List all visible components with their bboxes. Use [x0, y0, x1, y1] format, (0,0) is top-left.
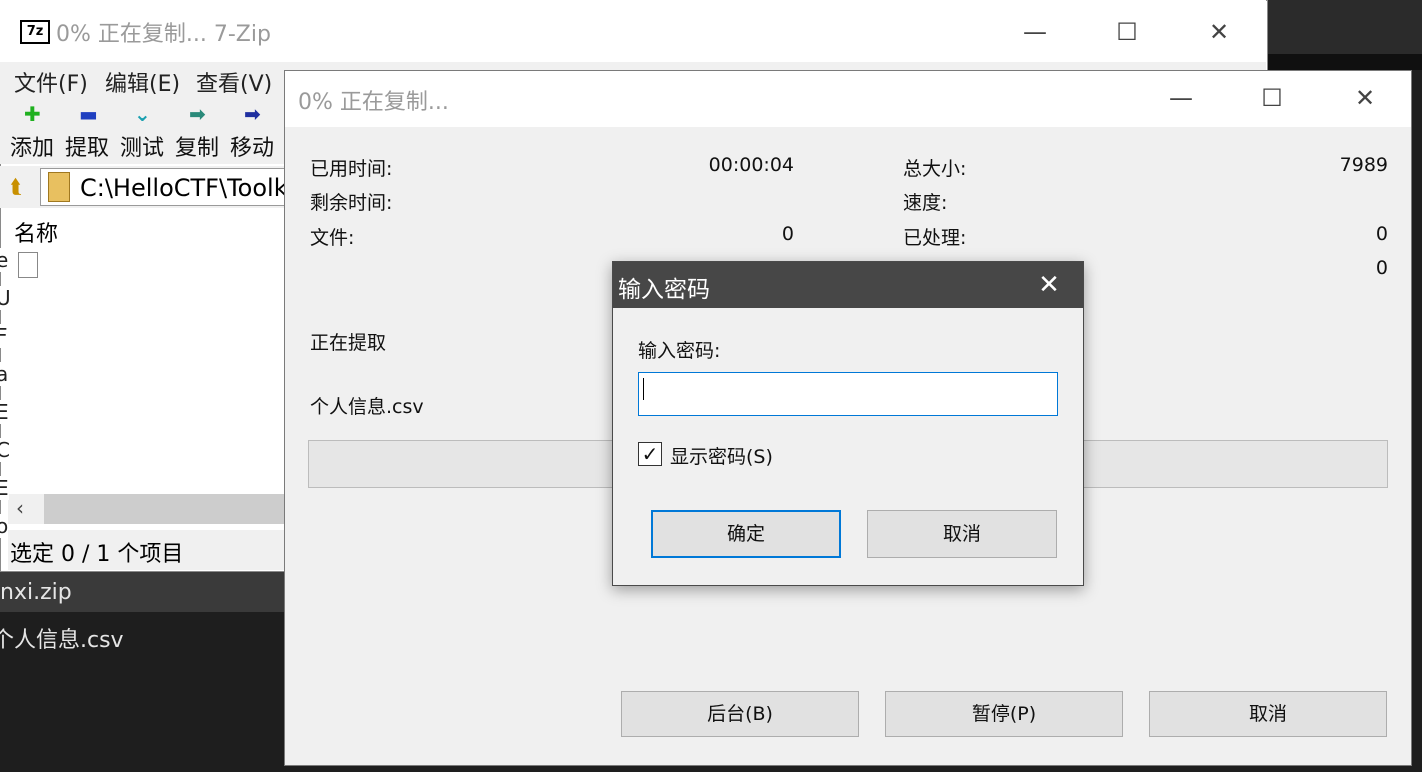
- terminal-file-zip[interactable]: nxi.zip: [0, 580, 72, 605]
- total-size-label: 总大小:: [903, 158, 967, 180]
- files-label: 文件:: [310, 227, 355, 249]
- progress-maximize-icon[interactable]: ☐: [1249, 78, 1295, 118]
- compressed-value: 0: [1375, 257, 1388, 279]
- elapsed-value: 00:00:04: [708, 154, 794, 176]
- background-list-item: a: [0, 362, 9, 386]
- background-list-item: E: [0, 400, 9, 424]
- sevenzip-logo-icon: 7z: [20, 20, 50, 44]
- files-value: 0: [781, 223, 794, 245]
- minus-icon[interactable]: ▬: [79, 102, 98, 126]
- terminal-tab-bar: [1268, 0, 1422, 54]
- text-caret: [643, 378, 644, 400]
- background-list-item: F: [0, 324, 8, 348]
- close-icon[interactable]: ✕: [1196, 12, 1242, 52]
- current-action: 正在提取: [310, 332, 387, 354]
- file-icon[interactable]: [18, 252, 38, 278]
- move-arrow-icon[interactable]: ➡: [244, 102, 261, 126]
- password-label: 输入密码:: [638, 340, 721, 362]
- background-list-item: E: [0, 476, 9, 500]
- toolbar-button-label[interactable]: 复制: [175, 130, 219, 162]
- minimize-icon[interactable]: —: [1012, 12, 1058, 52]
- progress-close-icon[interactable]: ✕: [1342, 78, 1388, 118]
- password-dialog-title: 输入密码: [618, 277, 710, 303]
- toolbar-button-label[interactable]: 移动: [230, 130, 274, 162]
- copy-arrow-icon[interactable]: ➡: [189, 102, 206, 126]
- password-input[interactable]: [638, 372, 1058, 416]
- toolbar-button-label[interactable]: 提取: [65, 130, 109, 162]
- total-size-value: 7989: [1339, 154, 1388, 176]
- background-list-item: o: [0, 514, 9, 538]
- selection-status: 选定 0 / 1 个项目: [10, 542, 184, 567]
- zip-folder-icon: [48, 172, 70, 202]
- speed-label: 速度:: [903, 192, 948, 214]
- background-list-item: e: [0, 248, 9, 272]
- pause-button[interactable]: 暂停(P): [885, 691, 1123, 737]
- ok-button[interactable]: 确定: [651, 510, 841, 558]
- elapsed-label: 已用时间:: [310, 158, 393, 180]
- check-chevron-icon[interactable]: ⌄: [134, 102, 151, 126]
- toolbar-button-label[interactable]: 测试: [120, 130, 164, 162]
- cancel-button[interactable]: 取消: [867, 510, 1057, 558]
- background-list-item: U: [0, 286, 11, 310]
- up-folder-icon[interactable]: ⮬: [10, 174, 22, 198]
- maximize-icon[interactable]: ☐: [1104, 12, 1150, 52]
- current-file: 个人信息.csv: [310, 396, 424, 418]
- scrollbar-thumb[interactable]: [44, 494, 284, 524]
- show-password-checkbox[interactable]: ✓: [638, 442, 662, 466]
- toolbar-button-label[interactable]: 添加: [10, 130, 54, 162]
- terminal-file-csv[interactable]: 个人信息.csv: [0, 622, 124, 654]
- background-button[interactable]: 后台(B): [621, 691, 859, 737]
- show-password-label[interactable]: 显示密码(S): [670, 442, 773, 469]
- processed-label: 已处理:: [903, 227, 967, 249]
- progress-title-bar[interactable]: [285, 71, 1411, 127]
- plus-icon[interactable]: ✚: [24, 102, 41, 126]
- progress-minimize-icon[interactable]: —: [1158, 78, 1204, 118]
- menu-file[interactable]: 文件(F): [14, 66, 88, 98]
- path-text: C:\HelloCTF\Toolk: [80, 174, 288, 202]
- menu-edit[interactable]: 编辑(E): [105, 66, 180, 98]
- password-close-icon[interactable]: ✕: [1026, 264, 1072, 306]
- file-list: [8, 210, 284, 492]
- main-window-title: 0% 正在复制... 7-Zip: [56, 22, 271, 47]
- terminal-header-strip: [1268, 54, 1422, 70]
- column-header-name[interactable]: 名称: [14, 216, 58, 248]
- processed-value: 0: [1375, 223, 1388, 245]
- scroll-left-icon[interactable]: ‹: [16, 496, 24, 520]
- background-list-item: C: [0, 438, 10, 462]
- remaining-label: 剩余时间:: [310, 192, 393, 214]
- cancel-progress-button[interactable]: 取消: [1149, 691, 1387, 737]
- progress-title: 0% 正在复制...: [298, 90, 449, 115]
- menu-view[interactable]: 查看(V): [196, 66, 272, 98]
